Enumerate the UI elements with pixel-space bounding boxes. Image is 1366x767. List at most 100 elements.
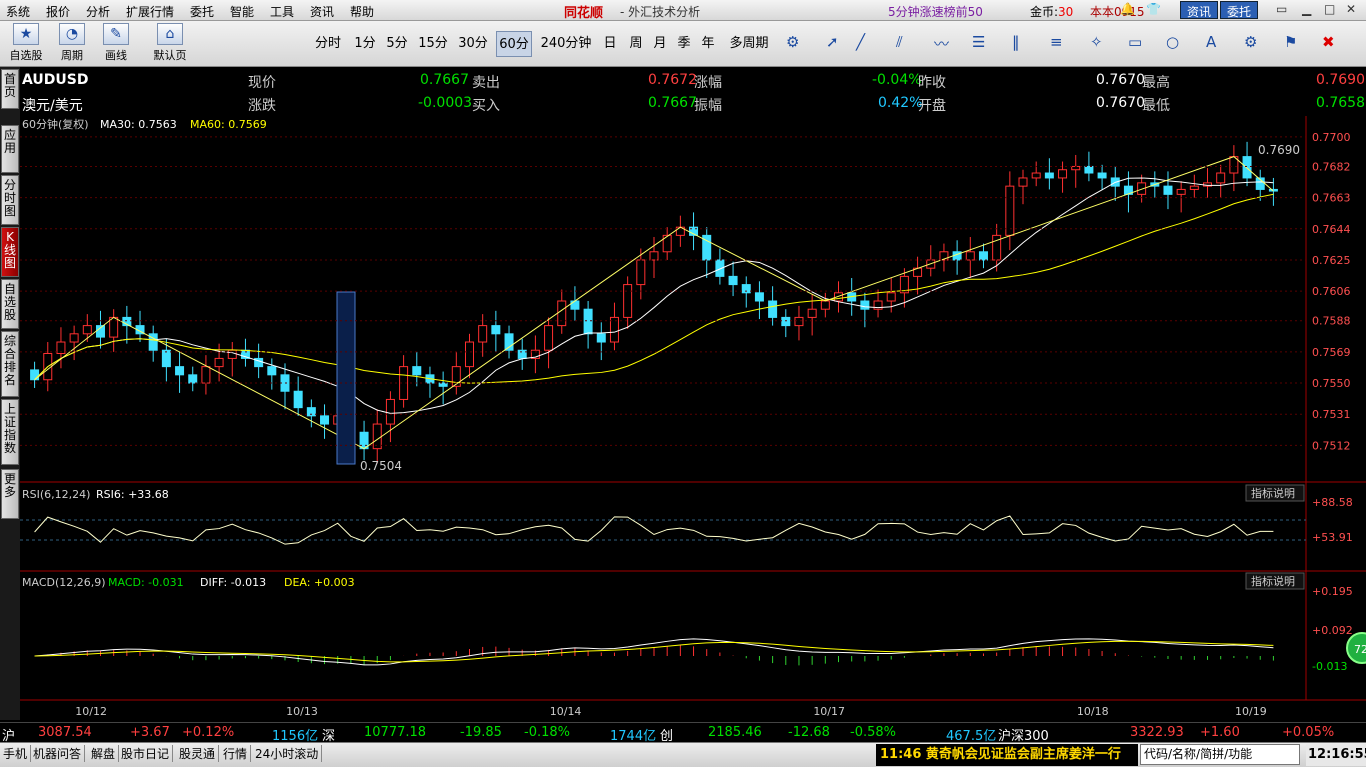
ma30-line — [34, 177, 1274, 414]
bell-icon[interactable]: 🔔 — [1120, 2, 1135, 16]
tab-sh-index[interactable]: 上证指数 — [1, 399, 19, 465]
menu-tools[interactable]: 工具 — [270, 3, 294, 20]
restore-icon[interactable]: ▭ — [1276, 2, 1287, 16]
close-icon[interactable]: ✕ — [1346, 2, 1356, 16]
tab-watchlist[interactable]: 自选股 — [1, 279, 19, 329]
gold-label: 金币: — [1030, 5, 1059, 19]
cy-value: 2185.46 — [708, 725, 762, 740]
bookmark-icon[interactable]: ⚑ — [1284, 33, 1297, 51]
rect-tool-icon[interactable]: ▭ — [1128, 33, 1142, 51]
cursor-icon[interactable]: ➚ — [826, 33, 839, 51]
news-button[interactable]: 资讯 — [1180, 1, 1219, 19]
index-status-bar: 沪 3087.54 +3.67 +0.12% 1156亿 深 10777.18 … — [0, 722, 1366, 744]
menu-entrust[interactable]: 委托 — [190, 3, 214, 20]
circle-tool-icon[interactable]: ○ — [1166, 33, 1179, 51]
menu-bar: 系统 报价 分析 扩展行情 委托 智能 工具 资讯 帮助 同花顺 - 外汇技术分… — [0, 0, 1366, 21]
candle-body — [978, 251, 988, 261]
fib-tool-icon[interactable]: ☰ — [972, 33, 985, 51]
settings-gear-icon[interactable]: ⚙ — [786, 33, 799, 51]
gold-coins: 金币:30 — [1030, 3, 1073, 20]
news-ticker[interactable]: 11:46 黄奇帆会见证监会副主席姜洋一行 — [876, 744, 1138, 766]
bottom-tab-24h[interactable]: 24小时滚动 — [252, 745, 323, 762]
candle-body — [161, 349, 171, 368]
default-page-button[interactable]: ⌂ 默认页 — [150, 23, 190, 63]
low-value: 0.7658 — [1316, 95, 1365, 111]
price-tick-label: 0.7606 — [1312, 285, 1351, 298]
hs300-value: 3322.93 — [1130, 725, 1184, 740]
parallel-line-icon[interactable]: ⫽ — [896, 33, 903, 51]
home-icon: ⌂ — [157, 23, 183, 45]
candle-body — [1189, 185, 1199, 190]
bottom-tab-guling[interactable]: 股灵通 — [176, 745, 220, 762]
tool-settings-icon[interactable]: ⚙ — [1244, 33, 1257, 51]
tab-home[interactable]: 首页 — [1, 69, 19, 109]
wave-tool-icon[interactable]: 〰 — [934, 33, 949, 54]
delete-icon[interactable]: ✖ — [1322, 33, 1335, 51]
price-axis: 0.7700 0.7682 0.7663 0.7644 0.7625 0.7606 0.75… — [20, 131, 1351, 452]
shirt-icon[interactable]: 👕 — [1146, 2, 1161, 16]
period-1m[interactable]: 1分 — [350, 31, 380, 57]
menu-analysis[interactable]: 分析 — [86, 3, 110, 20]
bottom-tab-market[interactable]: 行情 — [220, 745, 252, 762]
bottom-tab-analysis[interactable]: 解盘 — [88, 745, 120, 762]
text-tool-icon[interactable]: A — [1206, 33, 1216, 51]
speed-rank-link[interactable]: 5分钟涨速榜前50 — [888, 3, 983, 20]
app-logo: 同花顺 — [564, 6, 604, 21]
period-button[interactable]: ◔ 周期 — [54, 23, 90, 63]
maximize-icon[interactable]: □ — [1324, 2, 1335, 16]
bottom-tab-mobile[interactable]: 手机 — [0, 745, 32, 762]
chg-pct-value: -0.04% — [872, 72, 922, 88]
candle-body — [1216, 172, 1226, 184]
candle-body — [1163, 185, 1173, 195]
tab-more[interactable]: 更多 — [1, 469, 19, 519]
candle-body — [214, 357, 224, 368]
self-select-label: 自选股 — [9, 49, 43, 62]
candle-body — [544, 325, 554, 351]
period-5m[interactable]: 5分 — [382, 31, 412, 57]
trade-button[interactable]: 委托 — [1220, 1, 1259, 19]
period-60m[interactable]: 60分 — [496, 31, 532, 57]
menu-system[interactable]: 系统 — [6, 3, 30, 20]
candle-body — [820, 300, 830, 310]
chart-area[interactable]: 60分钟(复权) MA30: 0.7563 MA60: 0.7569 0.769… — [20, 116, 1366, 720]
period-season[interactable]: 季 — [674, 31, 694, 57]
price-tick-label: 0.7700 — [1312, 131, 1351, 144]
line-tool-icon[interactable]: ╱ — [856, 33, 865, 51]
price-tick-label: 0.7569 — [1312, 346, 1351, 359]
tab-ranking[interactable]: 综合排名 — [1, 331, 19, 397]
tab-apps[interactable]: 应用 — [1, 125, 19, 173]
period-week[interactable]: 周 — [626, 31, 646, 57]
draw-line-button[interactable]: ✎ 画线 — [98, 23, 134, 63]
period-240m[interactable]: 240分钟 — [538, 31, 594, 57]
grid-tool-icon[interactable]: ‖ — [1012, 33, 1020, 51]
tab-timeline[interactable]: 分时图 — [1, 175, 19, 225]
price-tick-label: 0.7644 — [1312, 223, 1351, 236]
period-multi[interactable]: 多周期 — [724, 31, 774, 57]
clock-icon: ◔ — [59, 23, 85, 45]
minimize-icon[interactable]: ▁ — [1302, 2, 1311, 16]
menu-help[interactable]: 帮助 — [350, 3, 374, 20]
period-year[interactable]: 年 — [698, 31, 718, 57]
date-label: 10/18 — [1077, 705, 1109, 718]
period-15m[interactable]: 15分 — [416, 31, 450, 57]
channel-tool-icon[interactable]: ≡ — [1050, 33, 1063, 51]
menu-smart[interactable]: 智能 — [230, 3, 254, 20]
candle-body — [557, 300, 567, 327]
menu-quote[interactable]: 报价 — [46, 3, 70, 20]
menu-extended[interactable]: 扩展行情 — [126, 3, 174, 20]
candle-body — [1018, 177, 1028, 187]
self-select-button[interactable]: ★ 自选股 — [6, 23, 46, 63]
search-input[interactable]: 代码/名称/简拼/功能 — [1140, 744, 1300, 765]
period-month[interactable]: 月 — [650, 31, 670, 57]
tab-kline[interactable]: K线图 — [1, 227, 19, 277]
bottom-tab-qa[interactable]: 机器问答 — [30, 745, 86, 762]
candle-body — [570, 300, 580, 310]
fan-tool-icon[interactable]: ✧ — [1090, 33, 1103, 51]
period-day[interactable]: 日 — [600, 31, 620, 57]
period-30m[interactable]: 30分 — [456, 31, 490, 57]
candle-body — [1031, 172, 1041, 179]
period-tick[interactable]: 分时 — [310, 31, 346, 57]
bottom-tab-diary[interactable]: 股市日记 — [118, 745, 174, 762]
menu-news[interactable]: 资讯 — [310, 3, 334, 20]
candle-body — [293, 390, 303, 409]
